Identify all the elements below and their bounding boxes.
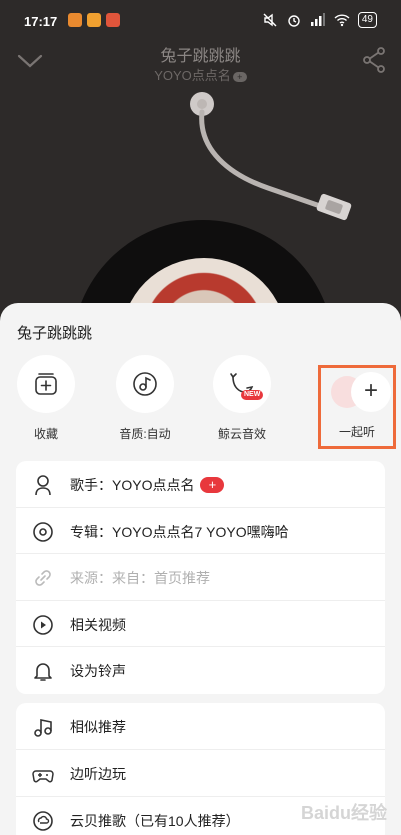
- new-badge: NEW: [241, 390, 264, 400]
- favorite-circle: [17, 355, 75, 413]
- video-play-icon: [33, 614, 53, 635]
- link-icon: [35, 570, 51, 587]
- menu-item-source: 来源：来自：首页推荐: [16, 554, 385, 601]
- menu-item-play-game[interactable]: 边听边玩: [16, 750, 385, 797]
- listen-together-label: 一起听: [338, 425, 375, 439]
- tonearm-graphic: [190, 92, 352, 221]
- menu-item-similar[interactable]: 相似推荐: [16, 703, 385, 750]
- menu-item-singer[interactable]: 歌手：YOYO点点名 +: [16, 461, 385, 508]
- menu-item-label: 边听边玩: [70, 766, 126, 782]
- menu-item-label: 歌手：YOYO点点名 +: [70, 475, 225, 495]
- menu-item-label: 云贝推歌（已有10人推荐）: [70, 813, 240, 829]
- bell-icon: [34, 663, 52, 682]
- menu-item-label: 相关视频: [70, 616, 126, 633]
- music-note-icon: [133, 372, 157, 396]
- watermark: Baidu经验: [300, 803, 387, 823]
- add-to-playlist-icon: [35, 373, 57, 395]
- album-icon: [33, 521, 53, 542]
- menu-item-label: 设为铃声: [70, 663, 126, 680]
- sound-effect-label: 鲸云音效: [217, 427, 266, 441]
- cloud-coin-icon: [33, 811, 53, 831]
- menu-item-ringtone[interactable]: 设为铃声: [16, 647, 385, 694]
- menu-item-label: 来源：来自：首页推荐: [70, 570, 210, 587]
- singer-text: 歌手：YOYO点点名: [70, 477, 195, 493]
- favorite-button[interactable]: 收藏: [6, 355, 86, 442]
- follow-artist-badge[interactable]: +: [200, 477, 225, 493]
- gamepad-icon: [32, 770, 54, 783]
- song-info-menu: 歌手：YOYO点点名 + 专辑：YOYO点点名7 YOYO嘿嗨哈 来源：来自：首页…: [16, 461, 385, 694]
- plus-icon: +: [351, 372, 391, 412]
- similar-music-icon: [34, 719, 52, 737]
- menu-item-album[interactable]: 专辑：YOYO点点名7 YOYO嘿嗨哈: [16, 508, 385, 555]
- sound-effect-circle: NEW: [213, 355, 271, 413]
- menu-item-label: 相似推荐: [70, 719, 126, 735]
- menu-item-label: 专辑：YOYO点点名7 YOYO嘿嗨哈: [70, 523, 289, 540]
- audio-quality-label: 音质:自动: [119, 427, 171, 441]
- audio-quality-button[interactable]: 音质:自动: [105, 355, 185, 442]
- audio-quality-circle: [116, 355, 174, 413]
- song-options-sheet: 兔子跳跳跳 收藏 音质:自动 NEW 鲸云音效 + 一起听 歌手：YOYO点点名…: [0, 303, 401, 835]
- singer-icon: [35, 475, 51, 496]
- listen-together-button[interactable]: + 一起听: [318, 365, 396, 449]
- sheet-title: 兔子跳跳跳: [17, 325, 93, 342]
- favorite-label: 收藏: [33, 427, 58, 441]
- menu-item-related-video[interactable]: 相关视频: [16, 601, 385, 648]
- sound-effect-button[interactable]: NEW 鲸云音效: [202, 355, 282, 442]
